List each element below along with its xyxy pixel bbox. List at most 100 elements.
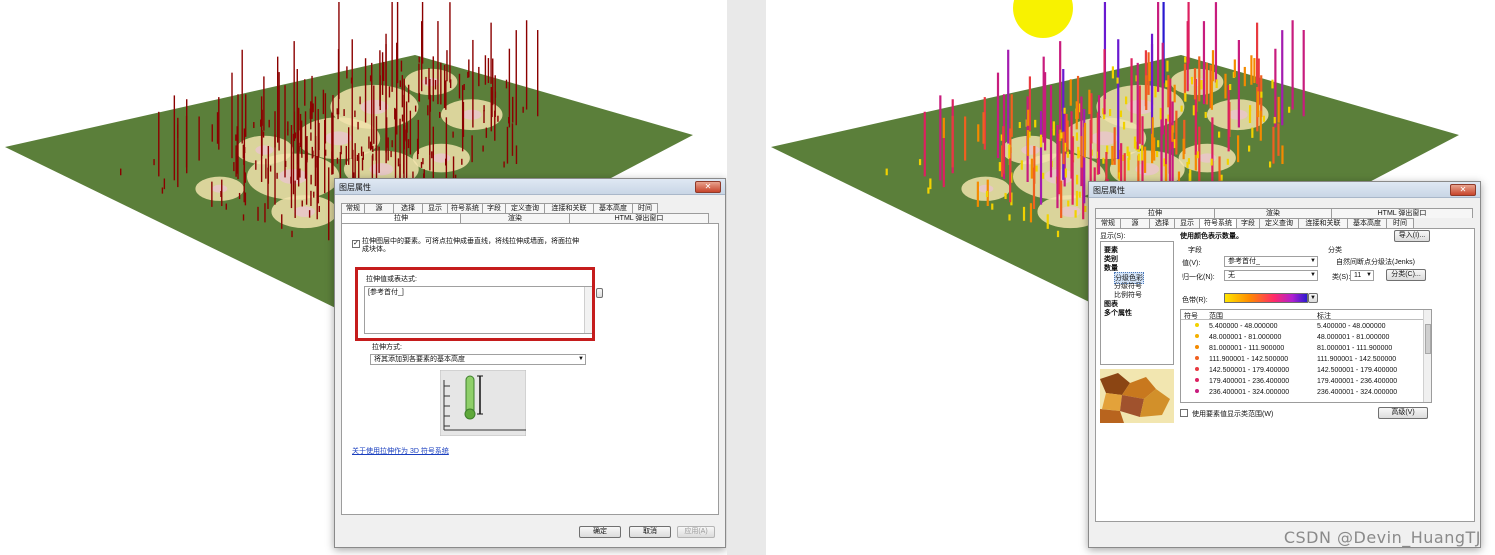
left-screenshot-panel: 图层属性 ✕ 常规 源 选择 显示 符号系统 字段 定义查询 连接和关联 基本高… <box>0 0 727 555</box>
tab-display[interactable]: 显示 <box>422 203 448 213</box>
class-range: 179.400001 - 236.400000 <box>1209 378 1290 385</box>
tab-definition-query[interactable]: 定义查询 <box>1259 218 1299 228</box>
watermark: CSDN @Devin_HuangTJ <box>1283 528 1481 547</box>
show-class-range-checkbox[interactable] <box>1180 409 1188 417</box>
extrusion-method-select[interactable]: 将其添加到各要素的基本高度 ▼ <box>370 354 586 365</box>
dialog-title: 图层属性 <box>1093 186 1125 195</box>
layer-properties-dialog: 图层属性 ✕ 常规 源 选择 显示 符号系统 字段 定义查询 连接和关联 基本高… <box>334 178 726 548</box>
class-row[interactable]: 142.500001 - 179.400000 142.500001 - 179.… <box>1181 366 1431 376</box>
class-row[interactable]: 111.900001 - 142.500000 111.900001 - 142.… <box>1181 355 1431 365</box>
class-row[interactable]: 48.000001 - 81.000000 48.000001 - 81.0000… <box>1181 333 1431 343</box>
extrusion-method-label: 拉伸方式: <box>372 344 402 351</box>
class-breaks-table: 符号 范围 标注 5.400000 - 48.000000 5.400000 - … <box>1180 309 1432 403</box>
classes-select[interactable]: 11 ▼ <box>1350 270 1374 281</box>
tab-general[interactable]: 常规 <box>1095 218 1121 228</box>
value-field-text: 参考首付_ <box>1228 258 1260 265</box>
class-row[interactable]: 81.000001 - 111.900000 81.000001 - 111.90… <box>1181 344 1431 354</box>
chevron-down-icon: ▼ <box>1310 272 1316 278</box>
apply-button[interactable]: 应用(A) <box>677 526 715 538</box>
class-table-header: 符号 范围 标注 <box>1181 310 1431 320</box>
show-label: 显示(S): <box>1100 233 1126 240</box>
close-button[interactable]: ✕ <box>695 181 721 193</box>
close-button[interactable]: ✕ <box>1450 184 1476 196</box>
symbology-preview-map <box>1100 369 1174 423</box>
tab-symbology[interactable]: 符号系统 <box>447 203 483 213</box>
class-range: 48.000001 - 81.000000 <box>1209 334 1282 341</box>
renderer-heading: 使用颜色表示数量。 <box>1180 233 1243 240</box>
hotspot-core <box>211 184 228 193</box>
tab-extrusion[interactable]: 拉伸 <box>1095 208 1215 218</box>
tab-extrusion[interactable]: 拉伸 <box>341 213 461 223</box>
class-symbol-icon[interactable] <box>1195 345 1199 349</box>
tab-html-popup[interactable]: HTML 弹出窗口 <box>569 213 709 223</box>
extrude-checkbox[interactable]: ✓ <box>352 240 360 248</box>
hotspot-core <box>461 109 482 120</box>
renderer-tree-item[interactable]: 比例符号 <box>1114 290 1142 300</box>
tab-selection[interactable]: 选择 <box>1149 218 1175 228</box>
tab-display[interactable]: 显示 <box>1174 218 1200 228</box>
class-symbol-icon[interactable] <box>1195 356 1199 360</box>
import-button[interactable]: 导入(I)... <box>1394 230 1430 242</box>
normalization-select[interactable]: 无 ▼ <box>1224 270 1318 281</box>
color-ramp-dropdown[interactable]: ▼ <box>1308 293 1318 303</box>
cancel-button[interactable]: 取消 <box>629 526 671 538</box>
extrude-checkbox-label: 拉伸图层中的要素。可将点拉伸成垂直线，将线拉伸成墙面，将面拉伸成块体。 <box>362 238 579 253</box>
hotspot-core <box>1059 206 1081 218</box>
class-symbol-icon[interactable] <box>1195 323 1199 327</box>
class-row[interactable]: 5.400000 - 48.000000 5.400000 - 48.000000 <box>1181 322 1431 332</box>
tab-html-popup[interactable]: HTML 弹出窗口 <box>1331 208 1473 218</box>
class-range: 5.400000 - 48.000000 <box>1209 323 1278 330</box>
tab-joins-relates[interactable]: 连接和关联 <box>1298 218 1348 228</box>
ok-button[interactable]: 确定 <box>579 526 621 538</box>
hotspot-core <box>325 131 352 146</box>
classify-button[interactable]: 分类(C)... <box>1386 269 1426 281</box>
class-symbol-icon[interactable] <box>1195 367 1199 371</box>
class-label: 142.500001 - 179.400000 <box>1317 367 1398 374</box>
fields-group-label: 字段 <box>1188 247 1202 254</box>
tab-source[interactable]: 源 <box>1120 218 1150 228</box>
class-symbol-icon[interactable] <box>1195 389 1199 393</box>
class-row[interactable]: 236.400001 - 324.000000 236.400001 - 324.… <box>1181 388 1431 398</box>
class-symbol-icon[interactable] <box>1195 378 1199 382</box>
class-label: 48.000001 - 81.000000 <box>1317 334 1390 341</box>
color-ramp-select[interactable] <box>1224 293 1308 303</box>
tab-rendering[interactable]: 渲染 <box>460 213 570 223</box>
classes-value: 11 <box>1354 272 1362 279</box>
symbology-tab-panel: 显示(S): 要素 类别 数量 分级色彩 分级符号 比例符号 图表 多个属性 使用颜色表示数量… <box>1095 228 1475 522</box>
tab-symbology[interactable]: 符号系统 <box>1199 218 1237 228</box>
tab-selection[interactable]: 选择 <box>393 203 423 213</box>
tab-time[interactable]: 时间 <box>632 203 658 213</box>
class-label: 236.400001 - 324.000000 <box>1317 389 1398 396</box>
tab-row-2: 拉伸 渲染 HTML 弹出窗口 <box>341 213 709 223</box>
extrusion-help-link[interactable]: 关于使用拉伸作为 3D 符号系统 <box>352 446 449 456</box>
advanced-button[interactable]: 高级(V) <box>1378 407 1428 419</box>
class-symbol-icon[interactable] <box>1195 334 1199 338</box>
value-field-select[interactable]: 参考首付_ ▼ <box>1224 256 1318 267</box>
panel-separator <box>727 0 766 555</box>
tab-fields[interactable]: 字段 <box>1236 218 1260 228</box>
column-label: 标注 <box>1317 313 1331 320</box>
tab-joins-relates[interactable]: 连接和关联 <box>544 203 594 213</box>
hotspot-core <box>255 145 274 155</box>
tab-row-1: 拉伸 渲染 HTML 弹出窗口 <box>1095 208 1473 218</box>
tab-definition-query[interactable]: 定义查询 <box>505 203 545 213</box>
tab-row-2: 常规 源 选择 显示 符号系统 字段 定义查询 连接和关联 基本高度 时间 <box>1095 218 1414 228</box>
class-row[interactable]: 179.400001 - 236.400000 179.400001 - 236.… <box>1181 377 1431 387</box>
column-range: 范围 <box>1209 313 1223 320</box>
renderer-tree-item[interactable]: 多个属性 <box>1104 308 1132 318</box>
class-range: 236.400001 - 324.000000 <box>1209 389 1290 396</box>
show-class-range-label: 使用要素值显示类范围(W) <box>1192 411 1274 418</box>
tab-base-heights[interactable]: 基本高度 <box>593 203 633 213</box>
tab-rendering[interactable]: 渲染 <box>1214 208 1332 218</box>
tab-base-heights[interactable]: 基本高度 <box>1347 218 1387 228</box>
tab-general[interactable]: 常规 <box>341 203 365 213</box>
tab-fields[interactable]: 字段 <box>482 203 506 213</box>
chevron-down-icon: ▼ <box>578 356 584 362</box>
renderer-tree: 要素 类别 数量 分级色彩 分级符号 比例符号 图表 多个属性 <box>1100 241 1174 365</box>
tab-time[interactable]: 时间 <box>1386 218 1414 228</box>
dialog-title: 图层属性 <box>339 183 371 192</box>
normalization-text: 无 <box>1228 272 1235 279</box>
expression-builder-button[interactable] <box>596 288 603 298</box>
tab-source[interactable]: 源 <box>364 203 394 213</box>
chevron-down-icon: ▼ <box>1310 258 1316 264</box>
